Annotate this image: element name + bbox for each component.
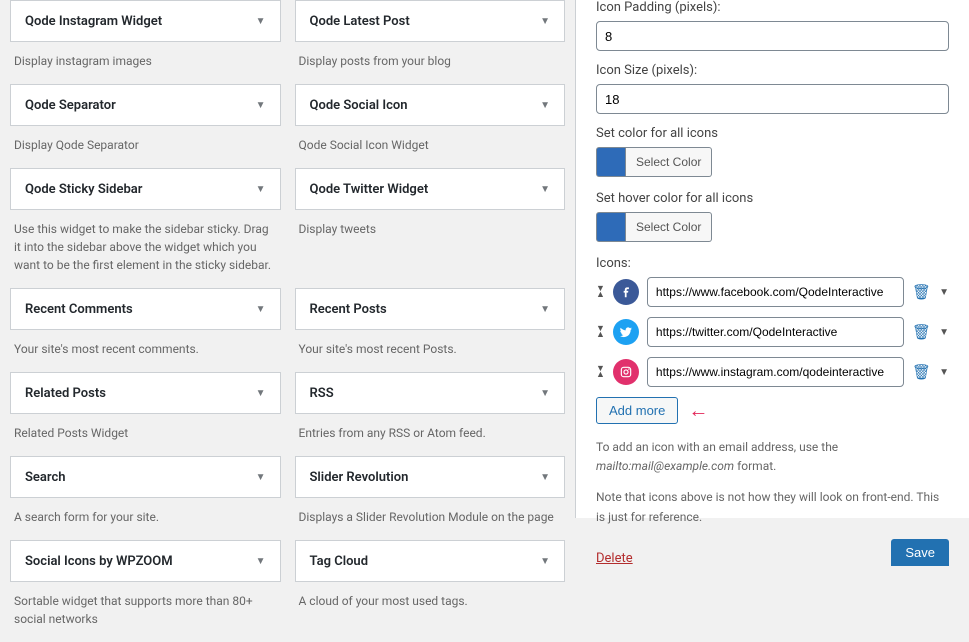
widget-desc: Displays a Slider Revolution Module on t… [295,498,566,540]
widget-recent-comments[interactable]: Recent Comments ▼ [10,288,281,330]
facebook-icon [613,279,639,305]
widget-search[interactable]: Search ▼ [10,456,281,498]
widget-qode-separator[interactable]: Qode Separator ▼ [10,84,281,126]
chevron-down-icon: ▼ [540,100,550,111]
chevron-down-icon: ▼ [540,184,550,195]
chevron-down-icon[interactable]: ▼ [939,287,949,298]
widget-title: Qode Social Icon [310,98,408,113]
widget-title: Qode Instagram Widget [25,14,162,29]
widget-settings-panel: Icon Padding (pixels): Icon Size (pixels… [575,0,969,518]
chevron-down-icon[interactable]: ▼ [939,367,949,378]
hover-color-swatch[interactable] [596,212,626,242]
widget-desc: Entries from any RSS or Atom feed. [295,414,566,456]
widget-slider-revolution[interactable]: Slider Revolution ▼ [295,456,566,498]
widget-desc: Display Qode Separator [10,126,281,168]
widget-desc: Related Posts Widget [10,414,281,456]
widget-desc: Display posts from your blog [295,42,566,84]
widget-desc: Your site's most recent comments. [10,330,281,372]
twitter-icon [613,319,639,345]
available-widgets-col-2: Qode Latest Post ▼ Display posts from yo… [295,0,566,518]
chevron-down-icon: ▼ [256,184,266,195]
widget-title: Recent Posts [310,302,387,317]
chevron-down-icon: ▼ [256,100,266,111]
widget-tag-cloud[interactable]: Tag Cloud ▼ [295,540,566,582]
help-text-email: To add an icon with an email address, us… [596,438,949,476]
widget-desc: A cloud of your most used tags. [295,582,566,624]
chevron-down-icon: ▼ [540,304,550,315]
widget-social-icons-wpzoom[interactable]: Social Icons by WPZOOM ▼ [10,540,281,582]
chevron-down-icon: ▼ [256,388,266,399]
widget-related-posts[interactable]: Related Posts ▼ [10,372,281,414]
select-hover-color-button[interactable]: Select Color [626,212,712,242]
widget-title: Qode Separator [25,98,116,113]
widget-title: Tag Cloud [310,554,369,569]
widget-title: Related Posts [25,386,106,401]
color-swatch[interactable] [596,147,626,177]
twitter-url-input[interactable] [647,317,904,347]
chevron-down-icon: ▼ [540,388,550,399]
add-more-button[interactable]: Add more [596,397,678,424]
icon-size-input[interactable] [596,84,949,114]
chevron-down-icon[interactable]: ▼ [939,327,949,338]
color-all-label: Set color for all icons [596,126,949,141]
icon-size-label: Icon Size (pixels): [596,63,949,78]
widget-qode-sticky-sidebar[interactable]: Qode Sticky Sidebar ▼ [10,168,281,210]
widget-title: Qode Twitter Widget [310,182,429,197]
icons-label: Icons: [596,256,949,271]
widget-desc: Use this widget to make the sidebar stic… [10,210,281,288]
widget-desc: Sortable widget that supports more than … [10,582,281,642]
trash-icon[interactable]: 🗑 [912,283,931,301]
chevron-down-icon: ▼ [540,16,550,27]
select-color-button[interactable]: Select Color [626,147,712,177]
widget-title: Social Icons by WPZOOM [25,554,173,569]
widget-rss[interactable]: RSS ▼ [295,372,566,414]
sort-handle-icon[interactable]: ▼▲ [596,286,605,299]
widget-recent-posts[interactable]: Recent Posts ▼ [295,288,566,330]
widget-qode-instagram[interactable]: Qode Instagram Widget ▼ [10,0,281,42]
widget-title: Qode Latest Post [310,14,410,29]
widget-title: Search [25,470,66,485]
sort-handle-icon[interactable]: ▼▲ [596,326,605,339]
widget-title: Qode Sticky Sidebar [25,182,142,197]
instagram-icon [613,359,639,385]
chevron-down-icon: ▼ [256,16,266,27]
widget-qode-social-icon[interactable]: Qode Social Icon ▼ [295,84,566,126]
widget-desc: Qode Social Icon Widget [295,126,566,168]
icon-padding-input[interactable] [596,21,949,51]
widget-desc: Display tweets [295,210,566,252]
trash-icon[interactable]: 🗑 [912,363,931,381]
widget-desc: Display instagram images [10,42,281,84]
widget-title: Recent Comments [25,302,133,317]
chevron-down-icon: ▼ [540,556,550,567]
icon-padding-label: Icon Padding (pixels): [596,0,949,15]
save-button[interactable]: Save [891,539,949,566]
icon-row-facebook: ▼▲ 🗑 ▼ [596,277,949,307]
sort-handle-icon[interactable]: ▼▲ [596,366,605,379]
icon-row-twitter: ▼▲ 🗑 ▼ [596,317,949,347]
widget-desc: A search form for your site. [10,498,281,540]
instagram-url-input[interactable] [647,357,904,387]
trash-icon[interactable]: 🗑 [912,323,931,341]
icon-row-instagram: ▼▲ 🗑 ▼ [596,357,949,387]
chevron-down-icon: ▼ [256,304,266,315]
hover-color-all-label: Set hover color for all icons [596,191,949,206]
help-text-reference: Note that icons above is not how they wi… [596,488,949,526]
delete-link[interactable]: Delete [596,551,633,566]
chevron-down-icon: ▼ [256,472,266,483]
chevron-down-icon: ▼ [256,556,266,567]
chevron-down-icon: ▼ [540,472,550,483]
widget-title: Slider Revolution [310,470,409,485]
widget-title: RSS [310,386,334,401]
widget-qode-twitter[interactable]: Qode Twitter Widget ▼ [295,168,566,210]
widget-desc: Your site's most recent Posts. [295,330,566,372]
facebook-url-input[interactable] [647,277,904,307]
arrow-left-icon: ← [688,398,708,423]
widget-qode-latest-post[interactable]: Qode Latest Post ▼ [295,0,566,42]
available-widgets-col-1: Qode Instagram Widget ▼ Display instagra… [10,0,281,518]
